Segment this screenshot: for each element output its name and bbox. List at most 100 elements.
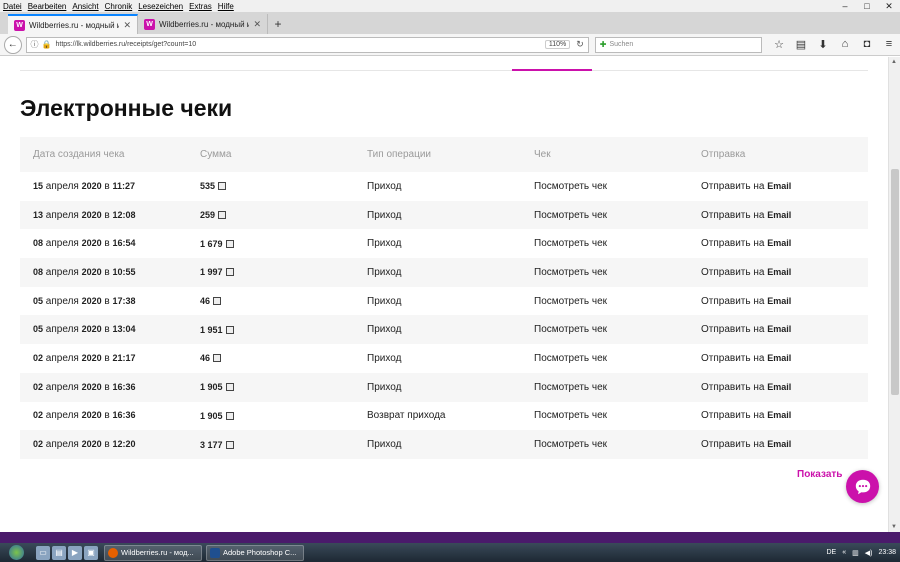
operation-type: Приход bbox=[367, 180, 402, 192]
receipt-amount: 1 905 bbox=[187, 402, 354, 431]
currency-icon bbox=[225, 383, 234, 392]
chat-button[interactable] bbox=[846, 470, 879, 503]
new-tab-icon[interactable]: + bbox=[268, 14, 288, 34]
photoshop-icon bbox=[210, 547, 220, 558]
hamburger-menu-icon[interactable]: ≡ bbox=[878, 38, 900, 51]
receipt-amount: 1 679 bbox=[187, 229, 354, 258]
receipt-date: 02 апреля 2020 в 16:36 bbox=[20, 372, 187, 402]
view-receipt-link[interactable]: Посмотреть чек bbox=[521, 200, 688, 230]
send-receipt[interactable]: Отправить на Email bbox=[688, 172, 868, 201]
view-receipt-link[interactable]: Посмотреть чек bbox=[521, 229, 688, 258]
search-engine-icon: ✚ bbox=[599, 40, 607, 49]
folder-icon[interactable]: ▣ bbox=[84, 545, 98, 560]
send-receipt[interactable]: Отправить на Email bbox=[688, 287, 868, 316]
date-day: 02 bbox=[33, 439, 44, 450]
pocket-icon[interactable]: ◘ bbox=[856, 38, 878, 51]
receipt-date: 05 апреля 2020 в 17:38 bbox=[20, 287, 187, 316]
menu-bookmarks[interactable]: Lesezeichen bbox=[138, 2, 183, 11]
zoom-level[interactable]: 110% bbox=[544, 40, 571, 49]
chat-bubble-icon bbox=[855, 479, 870, 494]
taskbar-photoshop-button[interactable]: Adobe Photoshop C... bbox=[206, 544, 304, 561]
date-month: апреля bbox=[45, 238, 79, 250]
send-channel[interactable]: Email bbox=[767, 238, 791, 248]
show-desktop-icon[interactable]: ▭ bbox=[36, 545, 50, 560]
menu-tools[interactable]: Extras bbox=[189, 2, 212, 11]
send-channel[interactable]: Email bbox=[767, 296, 791, 306]
send-receipt[interactable]: Отправить на Email bbox=[688, 229, 868, 258]
scrollbar-thumb[interactable] bbox=[891, 169, 899, 395]
send-channel[interactable]: Email bbox=[767, 353, 791, 363]
url-bar[interactable]: ⓘ 🔒 https://lk.wildberries.ru/receipts/g… bbox=[25, 36, 589, 53]
info-icon[interactable]: ⓘ bbox=[31, 39, 39, 50]
view-receipt-link[interactable]: Посмотреть чек bbox=[521, 372, 688, 402]
view-receipt-link[interactable]: Посмотреть чек bbox=[521, 258, 688, 287]
tab-wildberries-1[interactable]: W Wildberries.ru - модный и... ✕ bbox=[8, 14, 138, 34]
language-indicator[interactable]: DE bbox=[826, 549, 836, 556]
bookmark-star-icon[interactable]: ☆ bbox=[768, 38, 790, 51]
menu-help[interactable]: Hilfe bbox=[218, 2, 234, 11]
home-icon[interactable]: ⌂ bbox=[834, 38, 856, 51]
send-receipt[interactable]: Отправить на Email bbox=[688, 372, 868, 402]
tray-expand-icon[interactable]: « bbox=[842, 549, 846, 556]
view-receipt-link[interactable]: Посмотреть чек bbox=[521, 315, 688, 345]
volume-icon[interactable]: ◀) bbox=[865, 549, 873, 557]
start-button[interactable] bbox=[0, 543, 32, 562]
date-year: 2020 bbox=[81, 381, 102, 392]
send-channel[interactable]: Email bbox=[767, 410, 791, 420]
menu-edit[interactable]: Bearbeiten bbox=[28, 2, 67, 11]
view-receipt-link[interactable]: Посмотреть чек bbox=[521, 287, 688, 316]
tab-close-icon[interactable]: ✕ bbox=[253, 19, 261, 30]
send-channel[interactable]: Email bbox=[767, 267, 791, 277]
send-receipt[interactable]: Отправить на Email bbox=[688, 402, 868, 431]
tab-wildberries-2[interactable]: W Wildberries.ru - модный и... ✕ bbox=[138, 14, 268, 34]
menu-history[interactable]: Chronik bbox=[105, 2, 133, 11]
menu-file[interactable]: Datei bbox=[3, 2, 22, 11]
send-receipt[interactable]: Отправить на Email bbox=[688, 430, 868, 459]
view-receipt-link[interactable]: Посмотреть чек bbox=[521, 402, 688, 431]
close-window-icon[interactable]: ✕ bbox=[878, 0, 900, 12]
menu-bar: Datei Bearbeiten Ansicht Chronik Lesezei… bbox=[0, 0, 900, 12]
send-channel[interactable]: Email bbox=[767, 181, 791, 191]
reload-icon[interactable]: ↻ bbox=[576, 39, 584, 50]
send-receipt[interactable]: Отправить на Email bbox=[688, 258, 868, 287]
page-scrollbar[interactable]: ▲ ▼ bbox=[888, 57, 900, 532]
send-channel[interactable]: Email bbox=[767, 210, 791, 220]
view-receipt-link[interactable]: Посмотреть чек bbox=[521, 344, 688, 373]
send-receipt[interactable]: Отправить на Email bbox=[688, 315, 868, 345]
maximize-icon[interactable]: □ bbox=[856, 0, 878, 12]
search-input[interactable]: ✚ Suchen bbox=[594, 36, 762, 53]
date-time: 17:38 bbox=[112, 295, 136, 306]
send-channel[interactable]: Email bbox=[767, 324, 791, 334]
date-time: 12:08 bbox=[112, 209, 136, 220]
currency-icon bbox=[213, 354, 222, 363]
taskbar-firefox-button[interactable]: Wildberries.ru - мод... bbox=[104, 544, 202, 561]
send-label: Отправить на bbox=[701, 352, 765, 364]
media-player-icon[interactable]: ▶ bbox=[68, 545, 82, 560]
minimize-icon[interactable]: – bbox=[834, 0, 856, 12]
date-time: 16:36 bbox=[112, 410, 136, 421]
scroll-up-icon[interactable]: ▲ bbox=[891, 59, 897, 65]
url-text[interactable]: https://lk.wildberries.ru/receipts/get?c… bbox=[56, 41, 545, 48]
tab-close-icon[interactable]: ✕ bbox=[123, 20, 131, 31]
currency-icon bbox=[225, 268, 234, 277]
menu-view[interactable]: Ansicht bbox=[72, 2, 98, 11]
show-more-button[interactable]: Показать bbox=[797, 469, 842, 480]
explorer-icon[interactable]: ▤ bbox=[52, 545, 66, 560]
reading-list-icon[interactable]: ▤ bbox=[790, 38, 812, 51]
date-in: в bbox=[104, 352, 110, 364]
back-arrow-icon[interactable]: ← bbox=[4, 35, 22, 54]
wildberries-favicon-icon: W bbox=[14, 19, 25, 31]
scroll-down-icon[interactable]: ▼ bbox=[891, 524, 897, 530]
send-receipt[interactable]: Отправить на Email bbox=[688, 200, 868, 230]
currency-icon bbox=[225, 325, 234, 334]
send-channel[interactable]: Email bbox=[767, 439, 791, 449]
view-receipt-link[interactable]: Посмотреть чек bbox=[521, 172, 688, 201]
download-icon[interactable]: ⬇ bbox=[812, 38, 834, 51]
view-receipt-link[interactable]: Посмотреть чек bbox=[521, 430, 688, 459]
date-in: в bbox=[104, 238, 110, 250]
page-footer-band bbox=[0, 532, 900, 543]
send-receipt[interactable]: Отправить на Email bbox=[688, 344, 868, 373]
network-icon[interactable]: ▥ bbox=[852, 549, 859, 557]
clock[interactable]: 23:38 bbox=[878, 549, 896, 556]
send-channel[interactable]: Email bbox=[767, 382, 791, 392]
